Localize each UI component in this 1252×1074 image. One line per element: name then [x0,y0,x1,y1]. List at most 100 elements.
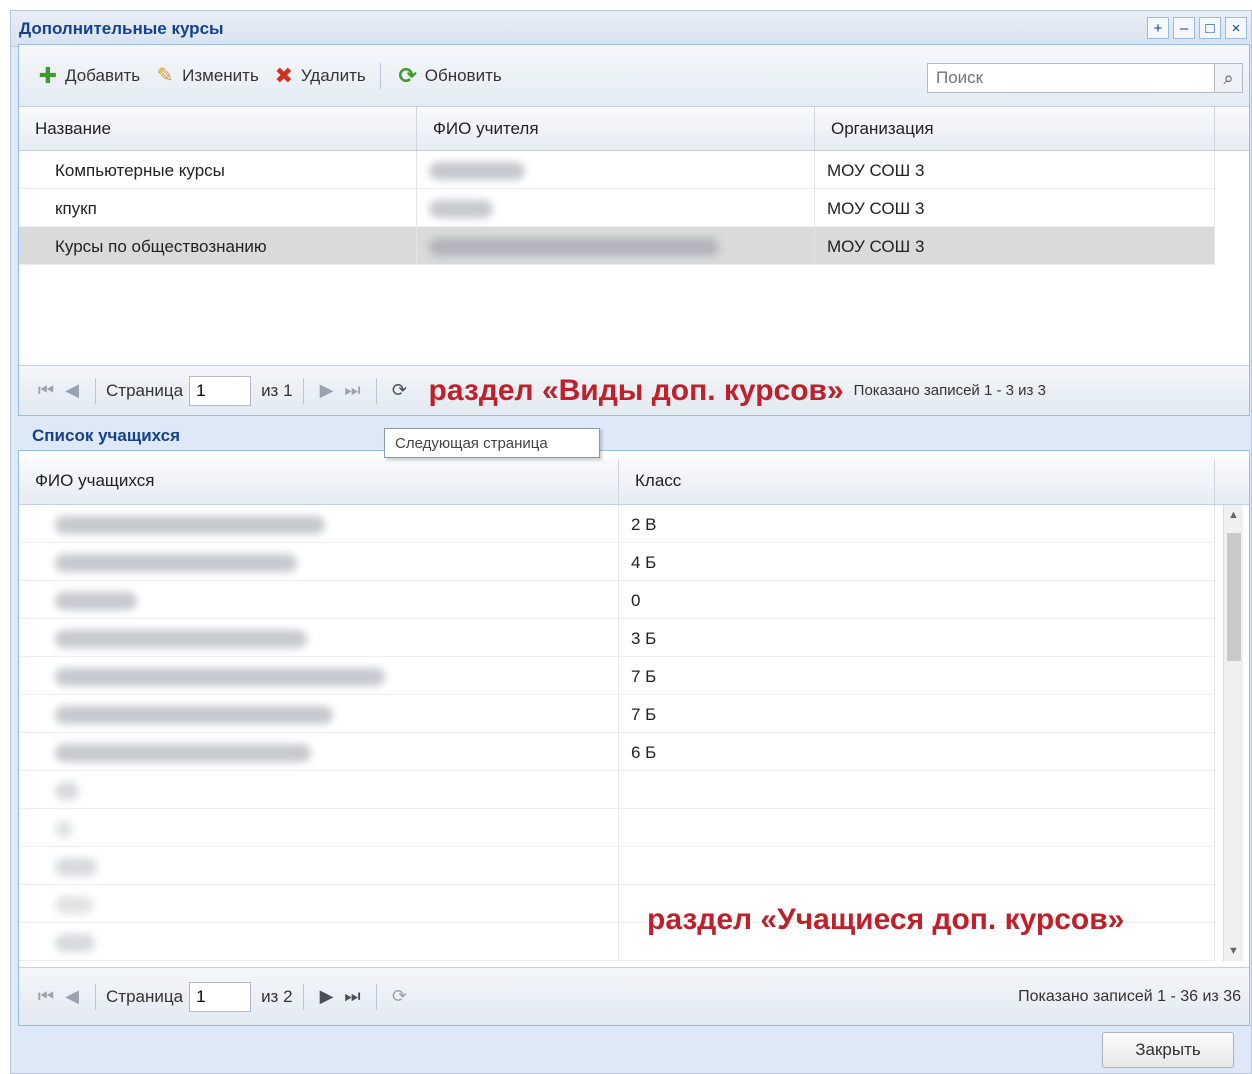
refresh-button[interactable]: ⟳ Обновить [389,59,508,93]
table-row[interactable]: кпукп МОУ СОШ 3 [19,189,1215,227]
reload-icon[interactable]: ⟳ [387,380,413,401]
student-name-cell [19,619,619,656]
table-row[interactable]: 7 Б [19,695,1215,733]
student-name-cell [19,733,619,770]
student-name-cell [19,885,619,922]
blurred-student-name [55,630,307,648]
blurred-student-name [55,592,137,610]
courses-grid-header: Название ФИО учителя Организация [19,107,1249,151]
pager-separator [302,377,304,404]
next-page-icon[interactable]: ▶ [314,986,340,1007]
table-row[interactable]: 3 Б [19,619,1215,657]
prev-page-icon[interactable]: ◀ [59,986,85,1007]
next-page-tooltip: Следующая страница [384,428,600,458]
table-row[interactable]: 4 Б [19,543,1215,581]
page-label: Страница [106,380,184,400]
table-row[interactable]: 2 В [19,505,1215,543]
next-page-icon[interactable]: ▶ [314,380,340,401]
pager-separator [375,983,377,1010]
last-page-icon[interactable]: ⏭ [340,380,366,401]
pager-separator [375,377,377,404]
table-row[interactable] [19,809,1215,847]
blurred-student-name [55,668,385,686]
students-grid-body: 2 В 4 Б 0 3 Б 7 Б 7 Б 6 Б [19,505,1215,961]
table-row[interactable] [19,771,1215,809]
blurred-teacher-name [429,162,525,180]
window-tools: + – □ × [1147,17,1247,39]
blurred-student-name [55,782,79,800]
column-header-class[interactable]: Класс [619,459,1215,504]
page-label: Страница [106,986,184,1006]
close-button[interactable]: Закрыть [1102,1032,1234,1068]
teacher-cell [417,151,815,188]
course-name-cell: Компьютерные курсы [19,151,417,188]
window-title: Дополнительные курсы [19,19,224,38]
teacher-cell [417,189,815,226]
blurred-student-name [55,858,97,876]
students-grid-header: ФИО учащихся Класс [19,459,1249,505]
blurred-student-name [55,820,73,838]
delete-button-label: Удалить [300,65,366,85]
class-cell: 0 [619,581,1215,618]
blurred-student-name [55,744,311,762]
records-info: Показано записей 1 - 36 из 36 [1018,988,1241,1005]
refresh-button-label: Обновить [424,65,502,85]
delete-button[interactable]: ✖ Удалить [265,59,372,93]
scroll-down-icon[interactable]: ▼ [1228,945,1239,957]
class-cell: 7 Б [619,695,1215,732]
blurred-teacher-name [429,200,493,218]
course-name-cell: Курсы по обществознанию [19,227,417,264]
expand-icon[interactable]: + [1147,17,1169,39]
first-page-icon[interactable]: ⏮ [33,986,59,1007]
class-cell [619,771,1215,808]
column-header-organization[interactable]: Организация [815,107,1215,150]
pager-separator [95,983,96,1010]
close-icon[interactable]: × [1225,17,1247,39]
search-icon[interactable]: ⌕ [1214,64,1242,92]
last-page-icon[interactable]: ⏭ [340,986,366,1007]
minimize-icon[interactable]: – [1173,17,1195,39]
table-row[interactable]: 7 Б [19,657,1215,695]
page-number-input[interactable] [189,981,252,1012]
table-row-selected[interactable]: Курсы по обществознанию МОУ СОШ 3 [19,227,1215,265]
students-scrollbar[interactable]: ▲ ▼ [1223,505,1243,961]
page-number-input[interactable] [189,375,252,406]
blurred-student-name [55,516,325,534]
column-header-teacher[interactable]: ФИО учителя [417,107,815,150]
students-pager: ⏮ ◀ Страница из 2 ▶ ⏭ ⟳ Показано записей… [19,967,1249,1025]
add-button[interactable]: ✚ Добавить [29,59,146,93]
edit-button[interactable]: ✎ Изменить [146,59,265,93]
courses-pager: ⏮ ◀ Страница из 1 ▶ ⏭ ⟳ раздел «Виды доп… [19,365,1249,415]
scroll-thumb[interactable] [1227,533,1241,661]
column-header-name[interactable]: Название [19,107,417,150]
window-title-bar[interactable]: Дополнительные курсы + – □ × [11,11,1251,47]
page-count: из 2 [261,986,293,1006]
records-info: Показано записей 1 - 3 из 3 [853,382,1046,399]
blurred-student-name [55,706,333,724]
student-name-cell [19,771,619,808]
edit-button-label: Изменить [182,65,259,85]
pager-separator [95,377,96,404]
courses-toolbar: ✚ Добавить ✎ Изменить ✖ Удалить ⟳ Обнови… [19,45,1249,107]
class-cell: 6 Б [619,733,1215,770]
reload-icon[interactable]: ⟳ [387,986,413,1007]
column-header-student-name[interactable]: ФИО учащихся [19,459,619,504]
maximize-icon[interactable]: □ [1199,17,1221,39]
toolbar-separator [379,62,381,89]
table-row[interactable] [19,847,1215,885]
search-input[interactable] [928,65,1214,91]
scroll-up-icon[interactable]: ▲ [1228,509,1239,521]
prev-page-icon[interactable]: ◀ [59,380,85,401]
course-name-cell: кпукп [19,189,417,226]
student-name-cell [19,543,619,580]
search-box: ⌕ [927,63,1243,93]
students-section-title: Список учащихся [32,426,181,445]
courses-panel: ✚ Добавить ✎ Изменить ✖ Удалить ⟳ Обнови… [18,44,1250,416]
first-page-icon[interactable]: ⏮ [33,380,59,401]
student-name-cell [19,581,619,618]
table-row[interactable]: 6 Б [19,733,1215,771]
table-row[interactable]: Компьютерные курсы МОУ СОШ 3 [19,151,1215,189]
organization-cell: МОУ СОШ 3 [815,189,1215,226]
table-row[interactable]: 0 [19,581,1215,619]
annotation-students: раздел «Учащиеся доп. курсов» [647,903,1125,936]
